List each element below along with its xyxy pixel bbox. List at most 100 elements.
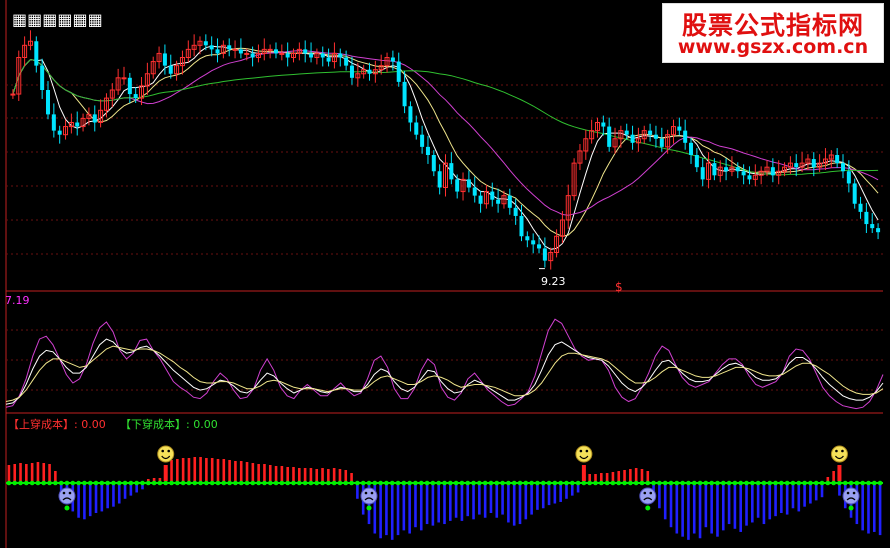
bar-negative: [756, 483, 760, 518]
baseline-dot: [384, 480, 389, 486]
baseline-dot: [366, 480, 372, 486]
baseline-dot: [540, 480, 546, 486]
baseline-dot: [691, 480, 697, 486]
baseline-dot: [331, 480, 337, 486]
bar-positive: [280, 466, 284, 483]
baseline-dot: [82, 480, 87, 486]
candle-body: [309, 53, 314, 58]
baseline-dot: [355, 480, 360, 486]
baseline-dot: [448, 480, 453, 486]
baseline-dot: [477, 480, 482, 486]
baseline-dot: [418, 480, 424, 486]
baseline-dot: [581, 480, 587, 486]
baseline-dot: [657, 480, 662, 486]
candle-body: [747, 175, 752, 180]
smile-icon-eye: [835, 449, 838, 453]
smile-icon-eye: [167, 449, 171, 453]
baseline-dot: [854, 480, 860, 486]
bar-positive: [13, 464, 17, 483]
baseline-dot: [715, 480, 720, 486]
baseline-dot: [569, 480, 575, 486]
baseline-dot: [58, 480, 64, 486]
bar-negative: [94, 483, 98, 513]
bar-negative: [559, 483, 562, 502]
candle-body: [519, 215, 524, 237]
baseline-dot: [122, 480, 128, 486]
bar-negative: [536, 483, 539, 510]
bar-negative: [727, 483, 731, 525]
bar-positive: [25, 464, 28, 483]
baseline-dot: [674, 480, 680, 486]
baseline-dot: [111, 480, 116, 486]
candle-body: [507, 195, 512, 208]
bar-positive: [187, 458, 191, 483]
baseline-dot: [12, 480, 18, 486]
bar-negative: [872, 483, 876, 532]
baseline-dot: [552, 480, 558, 486]
bar-negative: [687, 483, 690, 540]
candle-body: [431, 155, 436, 172]
candle-body: [75, 122, 80, 127]
bar-negative: [512, 483, 516, 526]
candle-body: [466, 179, 471, 188]
bar-positive: [228, 460, 231, 483]
candle-body: [455, 179, 460, 192]
smile-icon: [157, 445, 175, 463]
bar-negative: [658, 483, 661, 509]
bar-negative: [408, 483, 411, 534]
baseline-dot: [506, 480, 511, 486]
baseline-dot: [535, 480, 540, 486]
smile-icon-eye: [161, 449, 165, 453]
bar-positive: [30, 463, 34, 483]
baseline-dot: [453, 480, 459, 486]
bar-negative: [117, 483, 121, 504]
baseline-dot: [813, 480, 819, 486]
candle-body: [841, 163, 846, 172]
baseline-dot: [761, 480, 767, 486]
candle-body: [525, 236, 530, 241]
bar-negative: [751, 483, 754, 523]
candle-body: [133, 94, 138, 99]
bar-negative: [518, 483, 522, 525]
frown-icon: [639, 487, 657, 505]
candle-body: [367, 69, 372, 74]
signal-dot-down: [848, 505, 854, 511]
baseline-dot: [837, 480, 842, 486]
baseline-dot: [244, 480, 250, 486]
baseline-dot: [297, 480, 302, 486]
candle-body: [215, 49, 220, 54]
bar-positive: [234, 461, 237, 483]
candle-body: [490, 191, 495, 200]
frown-icon: [360, 487, 378, 505]
baseline-dot: [819, 480, 825, 486]
bar-positive: [239, 461, 243, 483]
frown-icon-eye: [643, 491, 647, 495]
candle-body: [648, 130, 653, 135]
baseline-dot: [76, 480, 81, 486]
candle-body: [449, 163, 454, 180]
frown-icon-eye: [370, 491, 374, 495]
candle-body: [349, 65, 354, 78]
chart-canvas: [5, 0, 884, 548]
baseline-dot: [279, 480, 285, 486]
candle-body: [244, 52, 250, 55]
bar-positive: [19, 463, 22, 483]
bar-negative: [733, 483, 737, 529]
candle-body: [408, 106, 413, 123]
bar-negative: [721, 483, 725, 531]
baseline-dot: [802, 480, 807, 486]
baseline-dot: [488, 480, 494, 486]
baseline-dot: [436, 480, 441, 486]
bar-negative: [385, 483, 388, 536]
baseline-dot: [343, 480, 349, 486]
baseline-dot: [511, 480, 517, 486]
bar-negative: [100, 483, 104, 512]
candle-body: [267, 48, 273, 51]
bar-negative: [716, 483, 719, 537]
candle-body: [45, 90, 50, 115]
ma-line-10: [12, 47, 879, 237]
bar-positive: [251, 463, 255, 483]
candle-body: [396, 61, 401, 82]
baseline-dot: [372, 480, 378, 486]
baseline-dot: [64, 480, 70, 486]
